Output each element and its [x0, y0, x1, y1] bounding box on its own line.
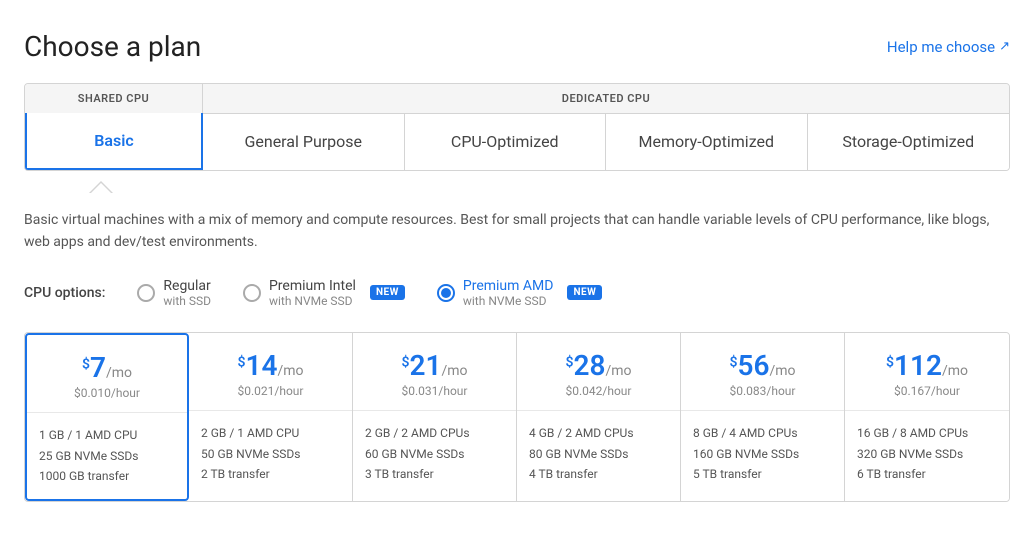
page-title: Choose a plan [24, 30, 201, 63]
external-link-icon: ↗ [999, 39, 1010, 54]
price-section-14: $14/mo $0.021/hour [189, 333, 352, 412]
price-section-21: $21/mo $0.031/hour [353, 333, 516, 412]
price-main-21: $21/mo [365, 349, 504, 383]
price-hourly-28: $0.042/hour [529, 384, 668, 398]
shared-cpu-header: SHARED CPU [25, 84, 203, 114]
dedicated-cpu-header: DEDICATED CPU [203, 84, 1009, 114]
price-section-28: $28/mo $0.042/hour [517, 333, 680, 412]
price-hourly-21: $0.031/hour [365, 384, 504, 398]
pricing-card-7[interactable]: $7/mo $0.010/hour 1 GB / 1 AMD CPU 25 GB… [25, 333, 189, 501]
radio-premium-intel-label: Premium Intel [269, 278, 356, 294]
specs-21: 2 GB / 2 AMD CPUs 60 GB NVMe SSDs 3 TB t… [353, 411, 516, 496]
price-hourly-56: $0.083/hour [693, 384, 832, 398]
radio-premium-intel-sublabel: with NVMe SSD [269, 294, 356, 308]
price-main-28: $28/mo [529, 349, 668, 383]
pricing-cards: $7/mo $0.010/hour 1 GB / 1 AMD CPU 25 GB… [24, 332, 1010, 502]
tab-triangle [89, 181, 113, 193]
radio-premium-intel[interactable]: Premium Intel with NVMe SSD NEW [243, 278, 405, 308]
radio-premium-amd[interactable]: Premium AMD with NVMe SSD NEW [437, 278, 603, 308]
pricing-card-28[interactable]: $28/mo $0.042/hour 4 GB / 2 AMD CPUs 80 … [517, 333, 681, 501]
page-header: Choose a plan Help me choose ↗ [24, 30, 1010, 63]
price-section-112: $112/mo $0.167/hour [845, 333, 1009, 412]
tab-basic[interactable]: Basic [25, 113, 203, 170]
pricing-card-56[interactable]: $56/mo $0.083/hour 8 GB / 4 AMD CPUs 160… [681, 333, 845, 501]
price-main-56: $56/mo [693, 349, 832, 383]
radio-regular-sublabel: with SSD [163, 294, 211, 308]
tab-cpu-optimized[interactable]: CPU-Optimized [405, 114, 607, 170]
tab-memory-optimized[interactable]: Memory-Optimized [606, 114, 808, 170]
radio-premium-amd-sublabel: with NVMe SSD [463, 294, 554, 308]
radio-regular-label: Regular [163, 278, 211, 294]
price-main-112: $112/mo [857, 349, 997, 383]
cpu-options: CPU options: Regular with SSD Premium In… [24, 278, 1010, 308]
price-main-7: $7/mo [39, 351, 175, 385]
premium-intel-new-badge: NEW [370, 285, 405, 300]
specs-56: 8 GB / 4 AMD CPUs 160 GB NVMe SSDs 5 TB … [681, 411, 844, 496]
tab-general-purpose[interactable]: General Purpose [203, 114, 405, 170]
price-hourly-112: $0.167/hour [857, 384, 997, 398]
price-hourly-7: $0.010/hour [39, 386, 175, 400]
cpu-options-label: CPU options: [24, 285, 105, 301]
price-main-14: $14/mo [201, 349, 340, 383]
radio-premium-intel-button[interactable] [243, 284, 261, 302]
tab-row: Basic General Purpose CPU-Optimized Memo… [25, 114, 1009, 170]
specs-112: 16 GB / 8 AMD CPUs 320 GB NVMe SSDs 6 TB… [845, 411, 1009, 496]
pricing-card-112[interactable]: $112/mo $0.167/hour 16 GB / 8 AMD CPUs 3… [845, 333, 1009, 501]
price-section-7: $7/mo $0.010/hour [27, 335, 187, 414]
tab-group-header: SHARED CPU DEDICATED CPU [25, 84, 1009, 114]
help-link[interactable]: Help me choose ↗ [887, 38, 1010, 56]
radio-premium-amd-button[interactable] [437, 284, 455, 302]
tab-pointer [24, 171, 1010, 193]
pricing-card-21[interactable]: $21/mo $0.031/hour 2 GB / 2 AMD CPUs 60 … [353, 333, 517, 501]
plan-tabs-container: SHARED CPU DEDICATED CPU Basic General P… [24, 83, 1010, 171]
radio-selected-indicator [441, 288, 451, 298]
specs-7: 1 GB / 1 AMD CPU 25 GB NVMe SSDs 1000 GB… [27, 413, 187, 498]
premium-amd-new-badge: NEW [567, 285, 602, 300]
tab-storage-optimized[interactable]: Storage-Optimized [808, 114, 1010, 170]
plan-description: Basic virtual machines with a mix of mem… [24, 209, 1010, 254]
radio-regular-button[interactable] [137, 284, 155, 302]
radio-regular[interactable]: Regular with SSD [137, 278, 211, 308]
price-hourly-14: $0.021/hour [201, 384, 340, 398]
radio-premium-amd-label: Premium AMD [463, 278, 554, 294]
specs-28: 4 GB / 2 AMD CPUs 80 GB NVMe SSDs 4 TB t… [517, 411, 680, 496]
specs-14: 2 GB / 1 AMD CPU 50 GB NVMe SSDs 2 TB tr… [189, 411, 352, 496]
price-section-56: $56/mo $0.083/hour [681, 333, 844, 412]
pricing-card-14[interactable]: $14/mo $0.021/hour 2 GB / 1 AMD CPU 50 G… [189, 333, 353, 501]
